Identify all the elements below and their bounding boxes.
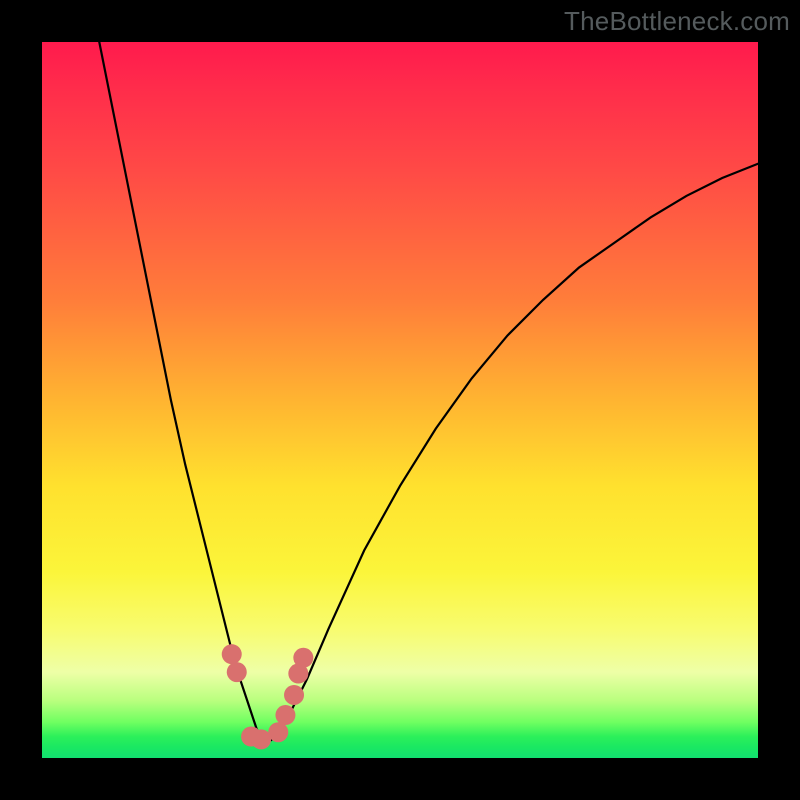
data-marker (293, 648, 313, 668)
bottleneck-curve (99, 42, 758, 740)
marker-group (222, 644, 314, 749)
data-marker (268, 722, 288, 742)
plot-area (42, 42, 758, 758)
data-marker (251, 729, 271, 749)
chart-frame: TheBottleneck.com (0, 0, 800, 800)
data-marker (284, 685, 304, 705)
watermark-text: TheBottleneck.com (564, 6, 790, 37)
data-marker (222, 644, 242, 664)
data-marker (275, 705, 295, 725)
chart-svg (42, 42, 758, 758)
data-marker (227, 662, 247, 682)
